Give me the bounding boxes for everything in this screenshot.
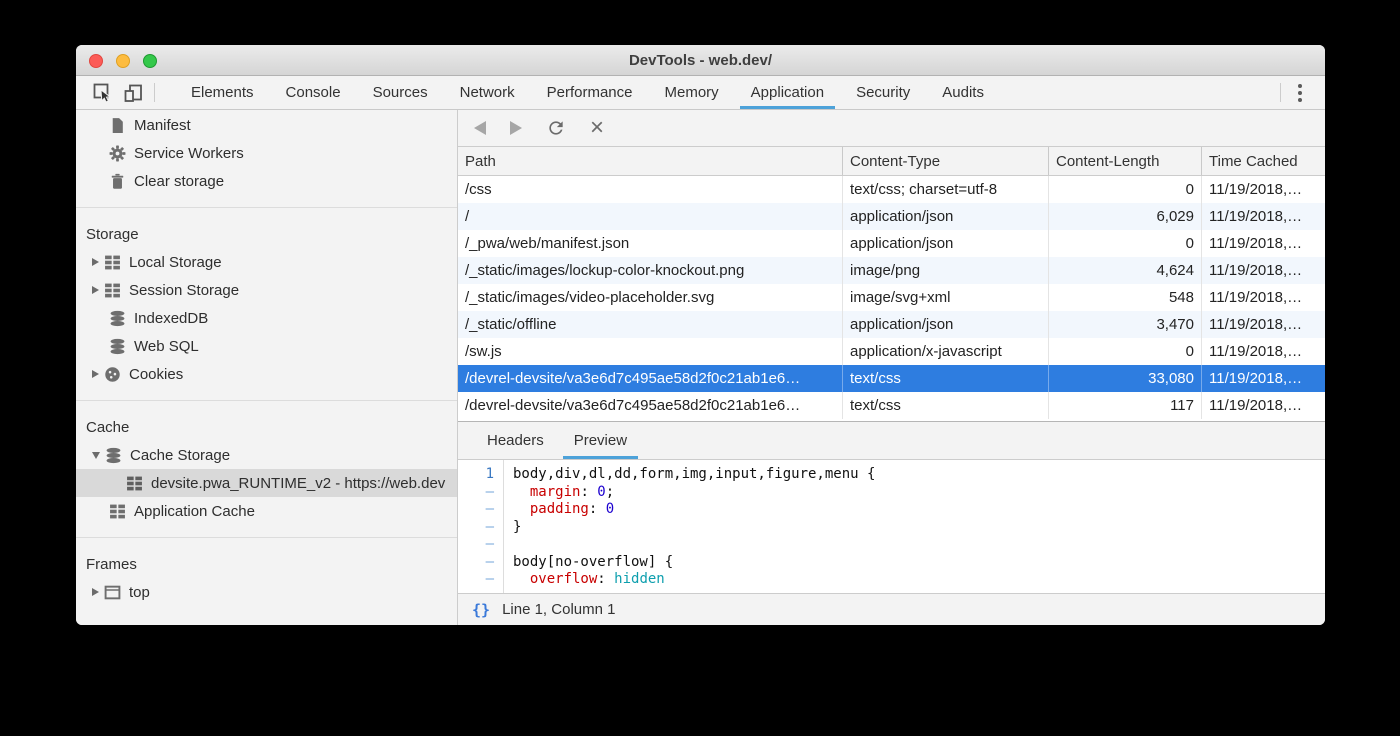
resource-preview-panel: Headers Preview 1 – – – – – – body,div,d… — [458, 421, 1325, 625]
tab-memory[interactable]: Memory — [649, 76, 735, 109]
inspect-element-icon[interactable] — [86, 76, 118, 109]
sidebar-item-indexeddb[interactable]: IndexedDB — [76, 304, 457, 332]
sidebar-item-devsite-cache[interactable]: devsite.pwa_RUNTIME_v2 - https://web.dev — [76, 469, 457, 497]
sidebar-item-top-frame[interactable]: top — [76, 578, 457, 606]
sidebar-divider — [76, 537, 457, 538]
chevron-down-icon[interactable] — [92, 452, 100, 459]
more-options-icon[interactable] — [1285, 76, 1315, 109]
devtools-window: DevTools - web.dev/ Elements Console Sou… — [76, 45, 1325, 625]
table-row[interactable]: /_static/images/lockup-color-knockout.pn… — [458, 257, 1325, 284]
toolbar-divider — [154, 83, 155, 102]
back-icon[interactable] — [474, 121, 486, 135]
tab-performance[interactable]: Performance — [531, 76, 649, 109]
refresh-icon[interactable] — [546, 118, 566, 138]
sidebar-item-local-storage[interactable]: Local Storage — [76, 248, 457, 276]
application-sidebar: Manifest — [76, 110, 458, 625]
table-icon — [104, 254, 121, 271]
database-icon — [105, 447, 122, 464]
cache-panel: × Path Content-Type Content-Length Time … — [458, 110, 1325, 625]
panel-tabs: Elements Console Sources Network Perform… — [175, 76, 1000, 109]
sidebar-divider — [76, 400, 457, 401]
clear-icon[interactable]: × — [590, 116, 604, 140]
database-icon — [109, 310, 126, 327]
devtools-tabbar: Elements Console Sources Network Perform… — [76, 76, 1325, 110]
column-header-path[interactable]: Path — [458, 147, 843, 175]
sidebar-section-storage: Storage — [76, 220, 457, 248]
sidebar-item-cookies[interactable]: Cookies — [76, 360, 457, 388]
sidebar-item-application-cache[interactable]: Application Cache — [76, 497, 457, 525]
device-toolbar-icon[interactable] — [118, 76, 150, 109]
column-header-time-cached[interactable]: Time Cached — [1202, 147, 1325, 175]
tab-network[interactable]: Network — [444, 76, 531, 109]
window-title: DevTools - web.dev/ — [629, 52, 772, 69]
zoom-window-button[interactable] — [143, 54, 157, 68]
preview-tabbar: Headers Preview — [458, 422, 1325, 460]
sidebar-item-service-workers[interactable]: Service Workers — [76, 139, 457, 167]
table-row[interactable]: /_pwa/web/manifest.json application/json… — [458, 230, 1325, 257]
tab-preview[interactable]: Preview — [559, 422, 642, 459]
tab-application[interactable]: Application — [735, 76, 840, 109]
tab-elements[interactable]: Elements — [175, 76, 270, 109]
table-row-selected[interactable]: /devrel-devsite/va3e6d7c495ae58d2f0c21ab… — [458, 365, 1325, 392]
forward-icon[interactable] — [510, 121, 522, 135]
tab-audits[interactable]: Audits — [926, 76, 1000, 109]
table-row[interactable]: /css text/css; charset=utf-8 0 11/19/201… — [458, 176, 1325, 203]
trash-icon — [109, 173, 126, 190]
document-icon — [109, 117, 126, 134]
format-code-icon[interactable]: {} — [472, 601, 490, 619]
table-header: Path Content-Type Content-Length Time Ca… — [458, 147, 1325, 176]
sidebar-item-manifest[interactable]: Manifest — [76, 111, 457, 139]
code-content: body,div,dl,dd,form,img,input,figure,men… — [504, 460, 1325, 593]
tab-security[interactable]: Security — [840, 76, 926, 109]
close-window-button[interactable] — [89, 54, 103, 68]
column-header-content-type[interactable]: Content-Type — [843, 147, 1049, 175]
sidebar-section-frames: Frames — [76, 550, 457, 578]
cookie-icon — [104, 366, 121, 383]
table-row[interactable]: /sw.js application/x-javascript 0 11/19/… — [458, 338, 1325, 365]
database-icon — [109, 338, 126, 355]
sidebar-divider — [76, 207, 457, 208]
tab-console[interactable]: Console — [270, 76, 357, 109]
sidebar-item-web-sql[interactable]: Web SQL — [76, 332, 457, 360]
traffic-lights — [89, 54, 157, 68]
menu-divider — [1280, 83, 1281, 102]
cache-toolbar: × — [458, 110, 1325, 147]
table-icon — [104, 282, 121, 299]
chevron-right-icon[interactable] — [92, 588, 99, 596]
table-icon — [109, 503, 126, 520]
sidebar-item-cache-storage[interactable]: Cache Storage — [76, 441, 457, 469]
table-row[interactable]: /_static/images/video-placeholder.svg im… — [458, 284, 1325, 311]
chevron-right-icon[interactable] — [92, 286, 99, 294]
chevron-right-icon[interactable] — [92, 370, 99, 378]
line-number-gutter: 1 – – – – – – — [458, 460, 504, 593]
minimize-window-button[interactable] — [116, 54, 130, 68]
table-row[interactable]: /_static/offline application/json 3,470 … — [458, 311, 1325, 338]
table-row[interactable]: /devrel-devsite/va3e6d7c495ae58d2f0c21ab… — [458, 392, 1325, 419]
tab-headers[interactable]: Headers — [472, 422, 559, 459]
frame-icon — [104, 584, 121, 601]
cursor-position-label: Line 1, Column 1 — [502, 601, 615, 618]
sidebar-item-clear-storage[interactable]: Clear storage — [76, 167, 457, 195]
gear-icon — [109, 145, 126, 162]
tab-sources[interactable]: Sources — [357, 76, 444, 109]
sidebar-section-cache: Cache — [76, 413, 457, 441]
chevron-right-icon[interactable] — [92, 258, 99, 266]
table-icon — [126, 475, 143, 492]
table-row[interactable]: / application/json 6,029 11/19/2018,… — [458, 203, 1325, 230]
sidebar-item-session-storage[interactable]: Session Storage — [76, 276, 457, 304]
column-header-content-length[interactable]: Content-Length — [1049, 147, 1202, 175]
titlebar: DevTools - web.dev/ — [76, 45, 1325, 76]
preview-status-bar: {} Line 1, Column 1 — [458, 593, 1325, 625]
code-preview[interactable]: 1 – – – – – – body,div,dl,dd,form,img,in… — [458, 460, 1325, 593]
